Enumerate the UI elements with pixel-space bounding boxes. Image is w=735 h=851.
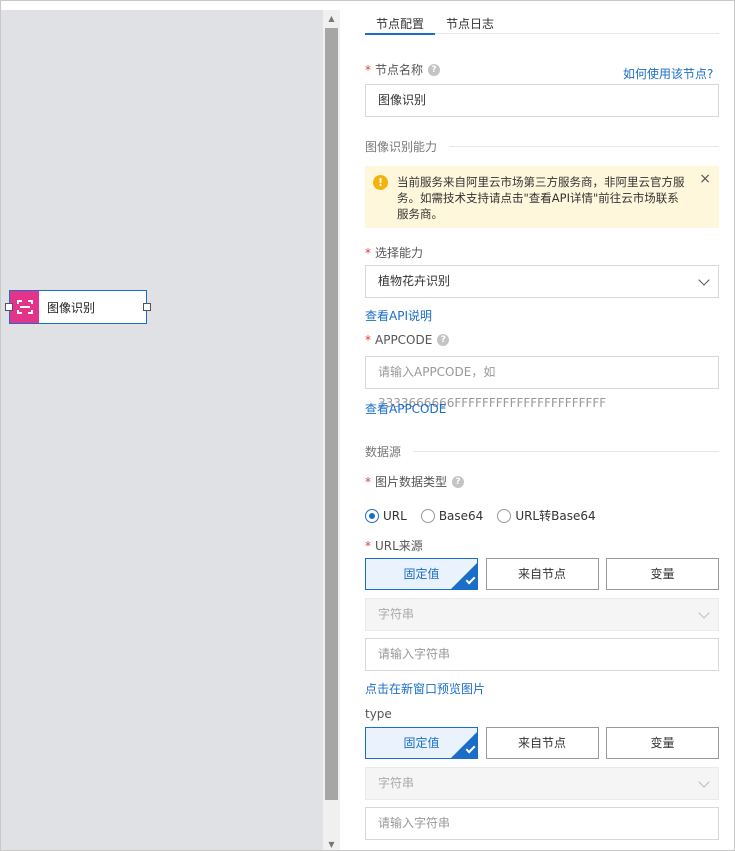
type-variable-button[interactable]: 变量: [606, 727, 719, 759]
help-icon[interactable]: ?: [452, 475, 465, 488]
help-icon[interactable]: ?: [437, 334, 450, 346]
appcode-label-text: APPCODE: [375, 333, 433, 347]
third-party-alert: ! 当前服务来自阿里云市场第三方服务商，非阿里云官方服务。如需技术支持请点击"查…: [365, 166, 719, 228]
url-type-select-value: 字符串: [378, 607, 415, 621]
type-fixed-value-label: 固定值: [403, 736, 440, 750]
chevron-down-icon: [698, 776, 710, 788]
config-panel: 节点配置 节点日志 * 节点名称 ? 如何使用该节点? 图像识别 图像识别能力 …: [341, 1, 734, 850]
node-output-port[interactable]: [143, 303, 151, 311]
section-divider: [413, 451, 719, 452]
required-mark: *: [365, 538, 371, 553]
radio-url[interactable]: URL: [365, 508, 407, 523]
flow-node-image-recognition[interactable]: 图像识别: [5, 290, 151, 324]
chevron-down-icon: [698, 607, 710, 619]
radio-url-to-base64[interactable]: URL转Base64: [497, 507, 596, 524]
type-type-select-value: 字符串: [378, 776, 415, 790]
view-api-doc-link[interactable]: 查看API说明: [365, 307, 432, 324]
section-divider: [449, 146, 719, 147]
type-type-select: 字符串: [365, 767, 719, 800]
radio-unchecked-icon: [420, 508, 435, 523]
variable-button[interactable]: 变量: [606, 558, 719, 590]
type-field-label: type: [365, 707, 392, 721]
flow-canvas[interactable]: 图像识别: [1, 10, 323, 850]
tab-node-log[interactable]: 节点日志: [435, 1, 505, 34]
fixed-value-button[interactable]: 固定值: [365, 558, 478, 590]
alert-text: 当前服务来自阿里云市场第三方服务商，非阿里云官方服务。如需技术支持请点击"查看A…: [397, 175, 685, 221]
radio-url-to-base64-label: URL转Base64: [515, 509, 596, 523]
chevron-down-icon: [698, 274, 710, 286]
node-label: 图像识别: [47, 300, 96, 315]
radio-unchecked-icon: [497, 508, 512, 523]
help-icon[interactable]: ?: [428, 63, 441, 76]
how-to-use-link[interactable]: 如何使用该节点?: [623, 65, 713, 82]
radio-base64-label: Base64: [438, 508, 484, 523]
radio-url-label: URL: [383, 508, 407, 523]
image-type-label: * 图片数据类型 ?: [365, 473, 465, 490]
required-mark: *: [365, 333, 371, 347]
ability-select[interactable]: 植物花卉识别: [365, 265, 719, 298]
radio-base64[interactable]: Base64: [420, 508, 484, 523]
warning-icon: !: [373, 175, 388, 190]
section-ability-title: 图像识别能力: [365, 140, 438, 154]
panel-tabs: 节点配置 节点日志: [365, 1, 719, 35]
url-type-select: 字符串: [365, 598, 719, 631]
scroll-thumb[interactable]: [325, 28, 338, 800]
node-name-label: * 节点名称 ?: [365, 61, 441, 78]
image-type-radio-group: URL Base64 URL转Base64: [365, 507, 610, 524]
node-name-input[interactable]: 图像识别: [365, 84, 719, 117]
image-type-label-text: 图片数据类型: [375, 475, 448, 489]
ability-select-value: 植物花卉识别: [378, 274, 451, 288]
appcode-label: * APPCODE ?: [365, 333, 450, 347]
fixed-value-label: 固定值: [403, 567, 440, 581]
view-appcode-link[interactable]: 查看APPCODE: [365, 400, 446, 417]
node-name-label-text: 节点名称: [375, 63, 424, 77]
ability-label: * 选择能力: [365, 244, 423, 261]
type-field-label-text: type: [365, 707, 392, 721]
from-node-button[interactable]: 来自节点: [485, 558, 599, 590]
type-fixed-value-button[interactable]: 固定值: [365, 727, 478, 759]
close-icon[interactable]: ×: [699, 171, 711, 187]
scroll-down-arrow-icon[interactable]: ▼: [323, 840, 340, 850]
canvas-scrollbar[interactable]: ▲ ▼: [323, 10, 340, 850]
url-source-label-text: URL来源: [375, 539, 423, 553]
canvas-top-strip: [1, 1, 323, 10]
section-datasource: 数据源: [365, 443, 719, 460]
required-mark: *: [365, 474, 371, 489]
ability-label-text: 选择能力: [375, 246, 424, 260]
node-input-port[interactable]: [5, 303, 13, 311]
section-ability: 图像识别能力: [365, 138, 719, 155]
required-mark: *: [365, 62, 371, 77]
tab-node-config[interactable]: 节点配置: [365, 1, 436, 35]
url-source-label: * URL来源: [365, 537, 423, 554]
url-string-input[interactable]: 请输入字符串: [365, 638, 719, 671]
section-datasource-title: 数据源: [365, 445, 402, 459]
radio-checked-icon: [365, 508, 379, 523]
required-mark: *: [365, 245, 371, 260]
type-source-segmented: 固定值 来自节点 变量: [365, 727, 719, 759]
scroll-up-arrow-icon[interactable]: ▲: [323, 12, 340, 26]
url-source-segmented: 固定值 来自节点 变量: [365, 558, 719, 590]
preview-image-link[interactable]: 点击在新窗口预览图片: [365, 680, 485, 697]
type-from-node-button[interactable]: 来自节点: [485, 727, 599, 759]
qr-scan-icon: [10, 291, 39, 323]
appcode-input[interactable]: 请输入APPCODE，如3333666666FFFFFFFFFFFFFFFFFF…: [365, 356, 719, 410]
type-string-input[interactable]: 请输入字符串: [365, 807, 719, 840]
